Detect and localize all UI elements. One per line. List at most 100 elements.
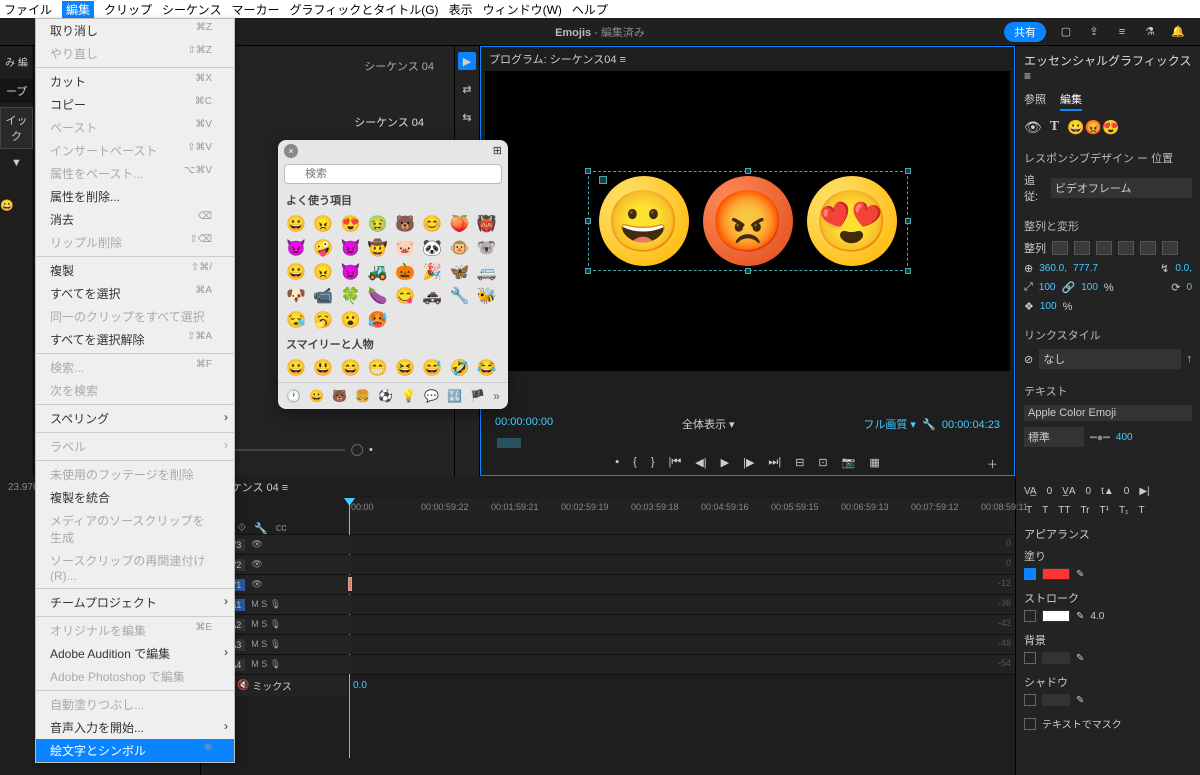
export-frame-icon[interactable]: 📷 <box>842 456 856 469</box>
picker-emoji[interactable]: 😃 <box>313 358 336 378</box>
layer-text[interactable]: 😀😡😍 <box>1067 119 1119 136</box>
picker-emoji[interactable]: 😈 <box>286 238 309 258</box>
picker-category-icon[interactable]: 🍔 <box>355 389 370 403</box>
link-style-dropdown[interactable]: なし <box>1039 349 1180 369</box>
picker-emoji[interactable]: 😂 <box>477 358 500 378</box>
picker-emoji[interactable]: 🎉 <box>422 262 445 282</box>
param-icon[interactable]: ▶| <box>1139 486 1149 497</box>
pos-x-value[interactable]: 360.0, <box>1039 263 1067 274</box>
shadow-toggle[interactable] <box>1024 694 1036 706</box>
align-bottom-button[interactable] <box>1162 241 1178 255</box>
text-style-button[interactable]: Tr <box>1078 503 1091 518</box>
menubar-item-6[interactable]: 表示 <box>449 1 473 18</box>
edit-menu-dropdown[interactable]: 取り消し⌘Zやり直し⇧⌘Zカット⌘Xコピー⌘Cペースト⌘Vインサートペースト⇧⌘… <box>35 18 235 763</box>
bg-toggle[interactable] <box>1024 652 1036 664</box>
ripple-edit-tool[interactable]: ⇆ <box>458 108 476 126</box>
picker-emoji[interactable]: 😍 <box>341 214 364 234</box>
picker-emoji[interactable]: 🐝 <box>477 286 500 306</box>
picker-emoji[interactable]: 😄 <box>341 358 364 378</box>
tracking-icon[interactable]: V̲A <box>1062 486 1075 497</box>
edit-menu-item[interactable]: 複製を統合 <box>36 486 234 509</box>
track-A3[interactable]: 🔒A3M S 🎙-48 <box>201 634 1015 654</box>
button-editor-icon[interactable]: ＋ <box>987 456 998 472</box>
picker-category-icon[interactable]: 💡 <box>401 389 416 403</box>
picker-emoji[interactable]: 🍀 <box>341 286 364 306</box>
menubar-item-0[interactable]: ファイル <box>4 1 52 18</box>
edit-menu-item[interactable]: スペリング <box>36 407 234 430</box>
program-tc-left[interactable]: 00:00:00:00 <box>495 416 553 432</box>
settings-icon-2[interactable]: 🔧 <box>254 522 268 535</box>
tab-partial1[interactable]: み 編 <box>0 54 33 69</box>
track-select-tool[interactable]: ⇄ <box>458 80 476 98</box>
mark-out-icon[interactable]: } <box>651 456 655 469</box>
step-back-icon[interactable]: ◀| <box>695 456 706 469</box>
edit-menu-item[interactable]: コピー⌘C <box>36 93 234 116</box>
system-menubar[interactable]: ファイル編集クリップシーケンスマーカーグラフィックとタイトル(G)表示ウィンドウ… <box>0 0 1200 18</box>
extract-icon[interactable]: ⊡ <box>818 456 827 469</box>
align-middle-button[interactable] <box>1140 241 1156 255</box>
picker-emoji[interactable]: 🥱 <box>313 310 336 330</box>
clip-thumbnail[interactable]: 😀 <box>0 199 33 212</box>
rotation-icon[interactable]: ⟳ <box>1171 281 1180 294</box>
opacity-icon[interactable]: ❖ <box>1024 300 1034 313</box>
text-style-button[interactable]: T¹ <box>1098 503 1111 518</box>
picker-emoji[interactable]: 😁 <box>368 358 391 378</box>
font-size-value[interactable]: 400 <box>1116 432 1133 443</box>
picker-category-icon[interactable]: 🏴 <box>470 389 485 403</box>
text-style-button[interactable]: T <box>1040 503 1050 518</box>
picker-expand-icon[interactable]: ⊞ <box>493 144 502 158</box>
picker-emoji[interactable]: 🚜 <box>368 262 391 282</box>
picker-emoji[interactable]: 😀 <box>286 262 309 282</box>
edit-menu-item[interactable]: 消去⌫ <box>36 208 234 231</box>
scale-link-icon[interactable]: 🔗 <box>1062 281 1076 294</box>
edit-menu-item[interactable]: 複製⇧⌘/ <box>36 259 234 282</box>
picker-category-icon[interactable]: 🐻 <box>332 389 347 403</box>
track-V1[interactable]: 🔒V1👁-12 <box>201 574 1015 594</box>
text-style-button[interactable]: T₁ <box>1117 503 1130 518</box>
picker-emoji[interactable]: 🤠 <box>368 238 391 258</box>
picker-emoji[interactable]: 🐨 <box>477 238 500 258</box>
mark-in-icon[interactable]: { <box>633 456 637 469</box>
eyedropper-icon[interactable]: ✎ <box>1076 569 1084 580</box>
picker-emoji[interactable]: 🚓 <box>422 286 445 306</box>
picker-emoji[interactable]: 😠 <box>313 214 336 234</box>
edit-menu-item[interactable]: すべてを選択⌘A <box>36 282 234 305</box>
eyedropper-icon-2[interactable]: ✎ <box>1076 611 1084 622</box>
picker-category-icon[interactable]: 💬 <box>424 389 439 403</box>
picker-emoji[interactable]: 😆 <box>395 358 418 378</box>
settings-icon[interactable]: ≡ <box>1114 24 1130 40</box>
align-right-button[interactable] <box>1096 241 1112 255</box>
notifications-icon[interactable]: 🔔 <box>1170 24 1186 40</box>
workspace-icon[interactable]: ▢ <box>1058 24 1074 40</box>
edit-menu-item[interactable]: チームプロジェクト <box>36 591 234 614</box>
picker-emoji[interactable]: 😀 <box>286 358 309 378</box>
step-fwd-icon[interactable]: |▶ <box>743 456 754 469</box>
picker-emoji[interactable]: 🤪 <box>313 238 336 258</box>
picker-emoji[interactable]: 📹 <box>313 286 336 306</box>
picker-emoji[interactable]: 🎃 <box>395 262 418 282</box>
text-selection-box[interactable]: 😀 😡 😍 <box>588 171 908 271</box>
text-style-button[interactable]: T <box>1136 503 1146 518</box>
go-to-in-icon[interactable]: |⏮ <box>669 456 682 469</box>
picker-emoji[interactable]: 😊 <box>422 214 445 234</box>
menubar-item-2[interactable]: クリップ <box>104 1 152 18</box>
align-center-button[interactable] <box>1074 241 1090 255</box>
program-quality[interactable]: フル画質 <box>863 419 907 431</box>
edit-menu-item[interactable]: 属性を削除... <box>36 185 234 208</box>
picker-emoji[interactable]: 🐷 <box>395 238 418 258</box>
track-A2[interactable]: 🔒A2M S 🎙-42 <box>201 614 1015 634</box>
picker-category-icon[interactable]: ⚽ <box>378 389 393 403</box>
scale-x-value[interactable]: 100 <box>1039 282 1056 293</box>
caption-icon[interactable]: cc <box>276 522 287 535</box>
add-marker-icon[interactable]: ▪ <box>615 456 619 469</box>
tab-quick[interactable]: イック <box>0 107 33 149</box>
font-family-dropdown[interactable]: Apple Color Emoji <box>1024 405 1192 421</box>
edit-menu-item[interactable]: カット⌘X <box>36 70 234 93</box>
eyedropper-icon-4[interactable]: ✎ <box>1076 695 1084 706</box>
picker-search-input[interactable] <box>284 164 502 184</box>
picker-emoji[interactable]: 🐵 <box>450 238 473 258</box>
menubar-item-4[interactable]: マーカー <box>231 1 279 18</box>
go-to-out-icon[interactable]: ⏭| <box>768 456 781 469</box>
bg-swatch[interactable] <box>1042 652 1070 664</box>
picker-category-icon[interactable]: 😀 <box>309 389 324 403</box>
